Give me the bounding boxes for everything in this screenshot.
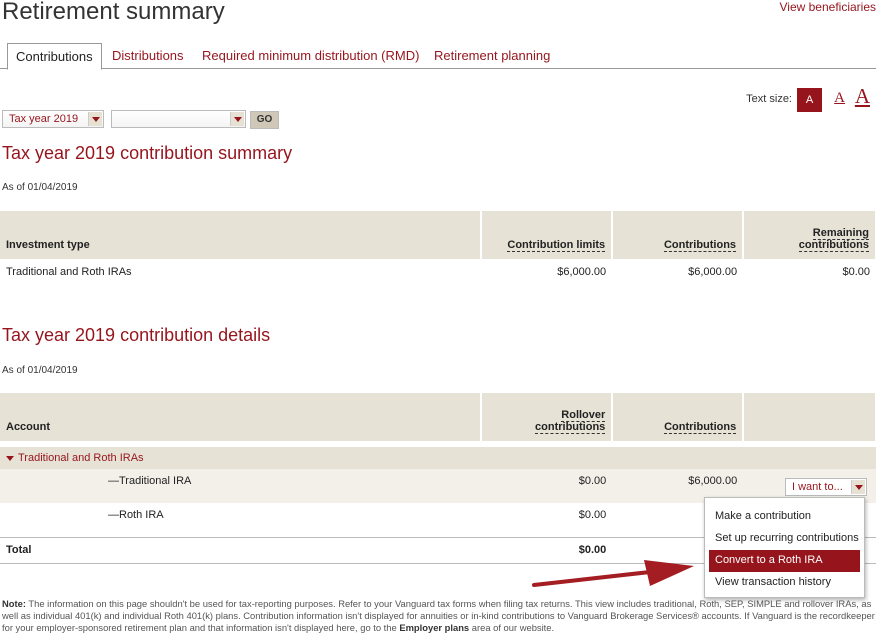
chevron-down-icon: [88, 112, 102, 126]
note-label: Note:: [2, 598, 26, 609]
i-want-to-dropdown[interactable]: I want to...: [785, 478, 867, 496]
chevron-down-icon: [851, 480, 865, 494]
tax-year-select[interactable]: Tax year 2019: [2, 110, 104, 128]
row-contributions: $6,000.00: [688, 266, 738, 278]
tab-bar: Contributions Distributions Required min…: [0, 43, 876, 70]
col-contribution-limits[interactable]: Contribution limits: [481, 211, 614, 259]
chevron-down-icon: [230, 112, 244, 126]
group-row-traditional-roth[interactable]: Traditional and Roth IRAs: [0, 447, 876, 469]
footnote: Note: The information on this page shoul…: [2, 598, 876, 634]
tab-retirement-planning[interactable]: Retirement planning: [426, 43, 558, 69]
menu-item-recurring-contributions[interactable]: Set up recurring contributions: [705, 528, 864, 550]
col-contributions[interactable]: Contributions: [612, 393, 745, 441]
col-account: Account: [0, 393, 483, 441]
note-suffix: area of our website.: [471, 622, 555, 633]
go-button[interactable]: GO: [250, 111, 279, 129]
action-menu: Make a contribution Set up recurring con…: [704, 497, 865, 598]
total-label: Total: [0, 536, 482, 564]
text-size-small-button[interactable]: A: [797, 88, 822, 112]
employer-plans-link[interactable]: Employer plans: [399, 622, 469, 633]
col-rollover-contributions[interactable]: Rollover contributions: [481, 393, 614, 441]
col-actions: [743, 393, 877, 441]
group-label: Traditional and Roth IRAs: [18, 452, 144, 464]
secondary-select[interactable]: [111, 110, 246, 128]
col-investment-type: Investment type: [0, 211, 483, 259]
account-name: —Roth IRA: [108, 509, 164, 521]
tab-rmd[interactable]: Required minimum distribution (RMD): [194, 43, 427, 69]
summary-title: Tax year 2019 contribution summary: [2, 143, 293, 163]
tab-distributions[interactable]: Distributions: [104, 43, 192, 69]
view-beneficiaries-link[interactable]: View beneficiaries: [780, 0, 877, 14]
col-remaining-contributions[interactable]: Remaining contributions: [743, 211, 877, 259]
rollover-value: $0.00: [481, 469, 613, 503]
page-title: Retirement summary: [2, 0, 225, 25]
tax-year-select-value: Tax year 2019: [9, 113, 79, 125]
arrow-head-icon: [644, 560, 694, 586]
col-contributions[interactable]: Contributions: [612, 211, 745, 259]
total-rollover: $0.00: [481, 536, 613, 564]
table-row: Traditional and Roth IRAs $6,000.00 $6,0…: [0, 259, 876, 285]
menu-item-make-contribution[interactable]: Make a contribution: [705, 506, 864, 528]
menu-item-transaction-history[interactable]: View transaction history: [705, 572, 864, 594]
summary-table: Investment type Contribution limits Cont…: [0, 211, 877, 285]
text-size-medium-button[interactable]: A: [834, 90, 845, 107]
account-name: —Traditional IRA: [0, 469, 482, 503]
arrow-shaft: [532, 570, 652, 587]
summary-as-of: As of 01/04/2019: [2, 182, 78, 193]
row-investment-type: Traditional and Roth IRAs: [6, 266, 132, 278]
row-remaining: $0.00: [842, 266, 870, 278]
text-size-large-button[interactable]: A: [855, 84, 870, 109]
tab-contributions[interactable]: Contributions: [7, 43, 102, 70]
rollover-value: $0.00: [578, 509, 607, 521]
details-as-of: As of 01/04/2019: [2, 365, 78, 376]
chevron-down-icon: [6, 455, 14, 461]
text-size-control: Text size: A A A: [742, 84, 872, 112]
menu-item-convert-roth[interactable]: Convert to a Roth IRA: [709, 550, 860, 572]
row-contribution-limit: $6,000.00: [557, 266, 607, 278]
text-size-label: Text size:: [746, 93, 792, 105]
details-title: Tax year 2019 contribution details: [2, 325, 271, 345]
i-want-to-label: I want to...: [792, 481, 843, 493]
